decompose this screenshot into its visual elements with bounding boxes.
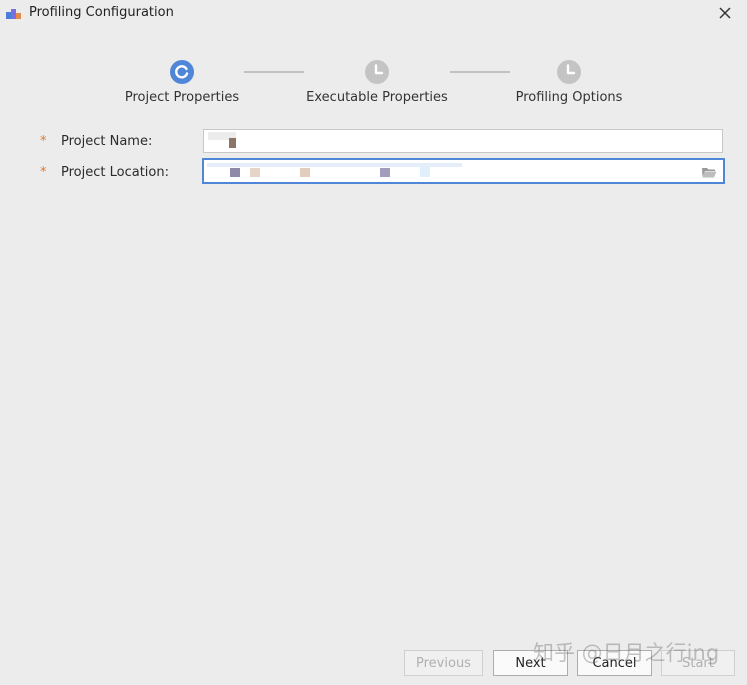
previous-button[interactable]: Previous xyxy=(404,650,483,676)
step-connector xyxy=(244,71,304,73)
required-marker: * xyxy=(40,134,47,149)
project-name-input[interactable] xyxy=(203,129,723,153)
redacted-text xyxy=(300,168,310,177)
folder-open-icon[interactable] xyxy=(701,166,717,178)
title-bar: Profiling Configuration xyxy=(0,0,747,28)
step-active-icon xyxy=(170,60,194,84)
step-label-project-properties: Project Properties xyxy=(124,90,240,105)
app-icon xyxy=(6,9,21,19)
wizard-steps: Project Properties Executable Properties… xyxy=(0,55,747,115)
project-location-label: Project Location: xyxy=(61,165,169,180)
redacted-text xyxy=(250,168,260,177)
window-title: Profiling Configuration xyxy=(29,5,174,20)
step-label-executable-properties: Executable Properties xyxy=(306,90,448,105)
redacted-text xyxy=(380,168,390,177)
step-connector xyxy=(450,71,510,73)
redacted-text xyxy=(229,138,236,148)
next-button[interactable]: Next xyxy=(493,650,568,676)
project-location-input[interactable] xyxy=(202,158,725,184)
cancel-button[interactable]: Cancel xyxy=(577,650,652,676)
clock-icon xyxy=(557,60,581,84)
clock-icon xyxy=(365,60,389,84)
redacted-text xyxy=(230,168,240,177)
project-name-label: Project Name: xyxy=(61,134,153,149)
close-icon[interactable] xyxy=(713,4,737,24)
step-label-profiling-options: Profiling Options xyxy=(515,90,623,105)
start-button[interactable]: Start xyxy=(661,650,735,676)
redacted-text xyxy=(420,166,430,177)
required-marker: * xyxy=(40,165,47,180)
